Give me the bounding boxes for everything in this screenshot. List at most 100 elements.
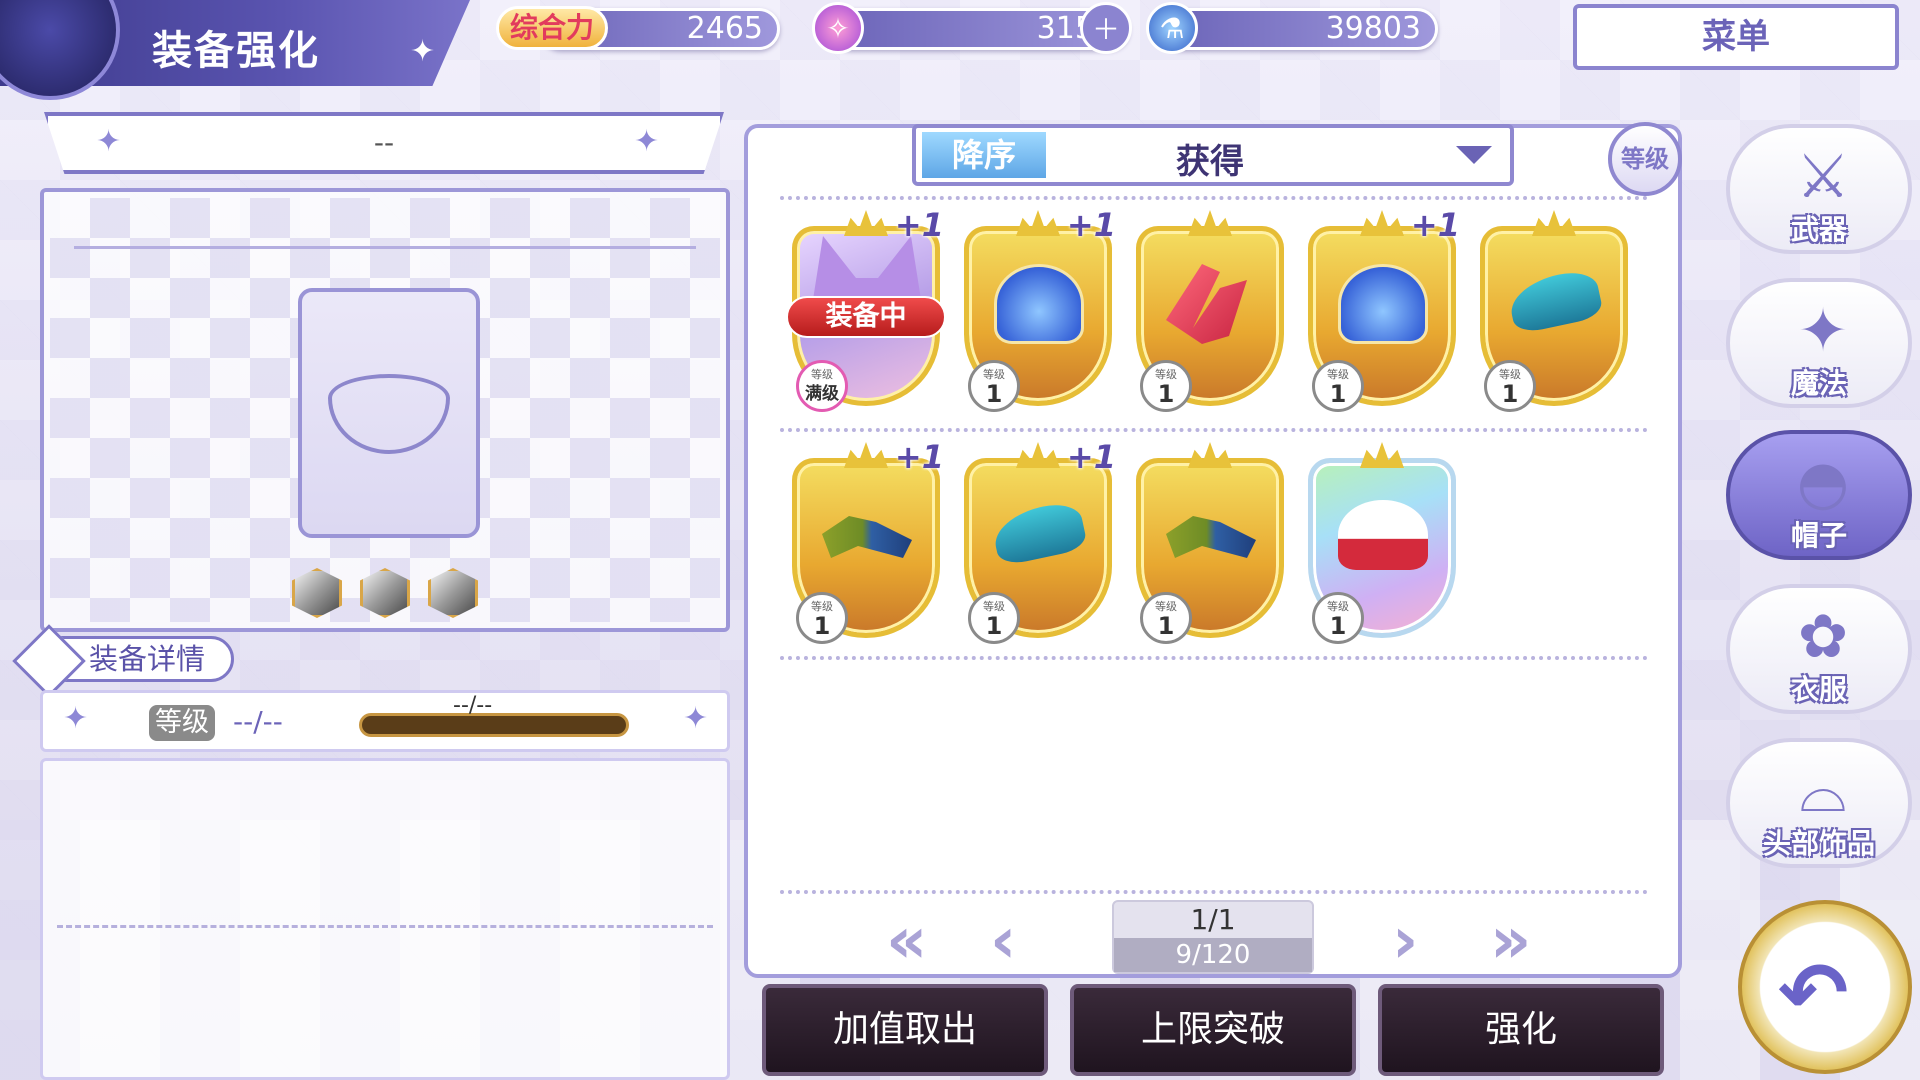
level-row: ✦ 等级 --/-- --/-- ✦ [40,690,730,752]
item-level-badge: 等级 1 [1312,592,1364,644]
plus-value: +1 [1066,206,1116,244]
level-number: 满级 [805,384,839,404]
category-tab[interactable]: ⌓ 头部饰品 [1726,738,1912,868]
item-level-badge: 等级 1 [1140,360,1192,412]
inventory-item[interactable]: +1 等级 1 [958,438,1118,648]
crown-icon [1532,210,1576,236]
page-indicator: 1/1 9/120 [1112,900,1314,974]
category-label: 衣服 [1790,673,1847,706]
item-level-badge: 等级 1 [968,360,1020,412]
category-label: 头部饰品 [1762,827,1875,860]
level-value: --/-- [233,705,283,738]
star-crystal-icon: ✧ [812,2,864,54]
item-hat-blue-icon [994,264,1084,344]
list-divider [780,656,1648,660]
limit-break-button[interactable]: 上限突破 [1070,984,1356,1076]
category-label: 帽子 [1790,519,1847,552]
category-label: 武器 [1790,213,1847,246]
inventory-item[interactable]: +1 等级 1 [786,438,946,648]
detail-tab-label: 装备详情 [89,642,206,676]
sparkle-icon: ✦ [63,701,89,736]
sparkle-icon: ✦ [683,701,709,736]
level-number: 1 [1329,612,1347,640]
crown-icon [1188,442,1232,468]
sparkle-icon: ✦ [410,34,436,69]
plus-value: +1 [1066,438,1116,476]
preview-divider [74,246,696,249]
potion-icon: ⚗ [1146,2,1198,54]
category-icon: ✿ [1797,602,1849,672]
inventory-item[interactable]: +1 装备中等级 满级 [786,206,946,416]
crown-icon [1016,442,1060,468]
item-hat-blue-icon [1338,264,1428,344]
back-button[interactable]: ↶ [1738,900,1912,1074]
inventory-item[interactable]: 等级 1 [1130,206,1290,416]
equipment-detail-tab[interactable]: 装备详情 [12,624,234,698]
level-number: 1 [1329,380,1347,408]
item-level-badge: 等级 1 [1312,360,1364,412]
level-number: 1 [985,380,1003,408]
extract-button[interactable]: 加值取出 [762,984,1048,1076]
item-count: 9/120 [1114,938,1312,972]
item-level-badge: 等级 1 [1140,592,1192,644]
crown-icon [1360,442,1404,468]
equipped-badge: 装备中 [786,296,946,338]
sparkle-left-icon: ✦ [96,124,122,159]
level-number: 1 [1157,380,1175,408]
level-number: 1 [985,612,1003,640]
level-badge: 等级 [147,703,217,743]
add-currency-button[interactable]: ＋ [1080,2,1132,54]
power-value: 2465 [686,11,763,46]
inventory-item[interactable]: 等级 1 [1474,206,1634,416]
first-page-button[interactable]: « [886,904,927,978]
category-icon: ⌓ [1799,756,1847,826]
category-icon: ⚔ [1796,142,1850,212]
next-page-button[interactable]: › [1392,904,1418,978]
inventory-item[interactable]: +1 等级 1 [958,206,1118,416]
item-name-bar: -- [44,112,724,174]
item-level-badge: 等级 满级 [796,360,848,412]
item-level-badge: 等级 1 [796,592,848,644]
inventory-item[interactable]: +1 等级 1 [1302,206,1462,416]
chevron-down-icon [1456,146,1492,164]
category-tab[interactable]: ✿ 衣服 [1726,584,1912,714]
exp-bar [359,713,629,737]
crown-icon [1360,210,1404,236]
inventory-item[interactable]: 等级 1 [1130,438,1290,648]
plus-value: +1 [894,438,944,476]
plus-value: +1 [894,206,944,244]
crown-icon [1016,210,1060,236]
exp-text: --/-- [453,693,493,718]
sort-dropdown[interactable]: 降序 获得 [912,124,1514,186]
item-preview-panel [40,188,730,632]
sparkle-right-icon: ✦ [634,124,660,159]
currency2-value: 39803 [1325,11,1421,46]
crown-icon [844,442,888,468]
item-level-badge: 等级 1 [1484,360,1536,412]
level-sort-button[interactable]: 等级 [1608,122,1682,196]
list-divider [780,196,1648,200]
currency2-pill: 39803 [1160,8,1438,50]
category-label: 魔法 [1790,367,1847,400]
inventory-item[interactable]: 等级 1 [1302,438,1462,648]
category-tab[interactable]: ⚔ 武器 [1726,124,1912,254]
prev-page-button[interactable]: ‹ [990,904,1016,978]
sort-by-value: 获得 [1176,142,1244,182]
category-tab[interactable]: ◓ 帽子 [1726,430,1912,560]
item-name: -- [373,126,395,159]
category-icon: ◓ [1796,448,1850,518]
plus-value: +1 [1410,206,1460,244]
list-divider [780,428,1648,432]
category-icon: ✦ [1797,296,1849,366]
detail-box [40,758,730,1080]
back-arrow-icon: ↶ [1778,944,1849,1042]
sort-order-toggle[interactable]: 降序 [922,132,1046,178]
level-number: 1 [1157,612,1175,640]
enhance-button[interactable]: 强化 [1378,984,1664,1076]
category-tab[interactable]: ✦ 魔法 [1726,278,1912,408]
page-number: 1/1 [1190,903,1236,936]
menu-button[interactable]: 菜单 [1573,4,1899,70]
crown-icon [844,210,888,236]
last-page-button[interactable]: » [1490,904,1531,978]
hat-placeholder-icon [328,374,450,454]
